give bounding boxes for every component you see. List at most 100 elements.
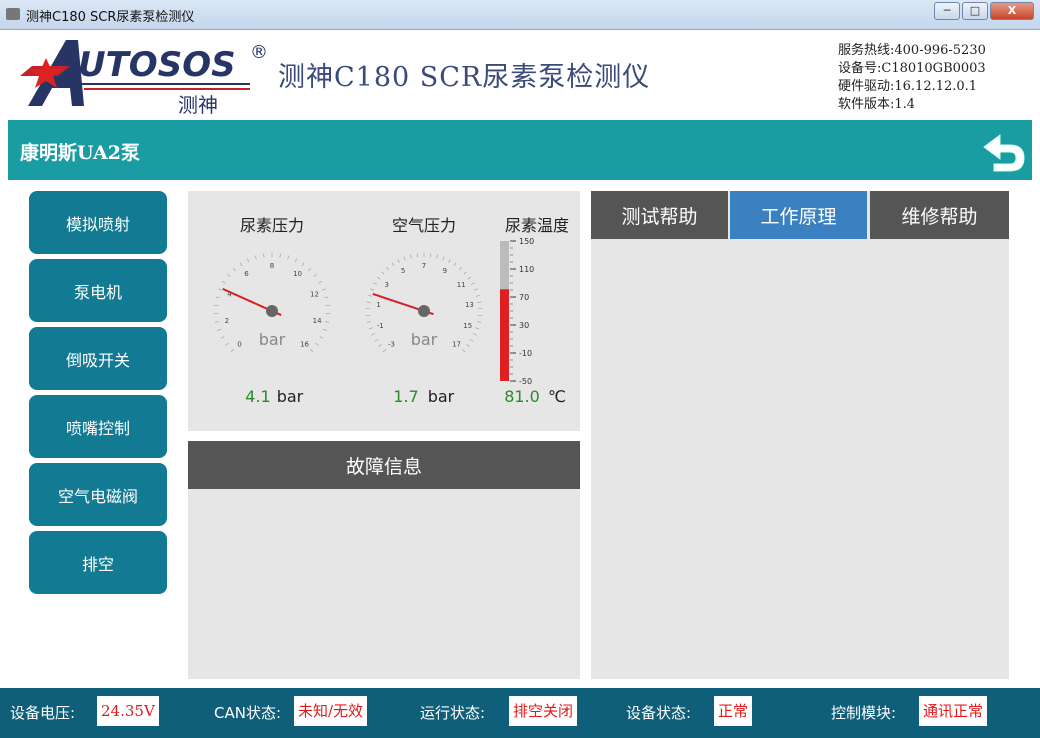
gauge-tick-label: 6 [244, 270, 249, 278]
main-area: 模拟喷射 泵电机 倒吸开关 喷嘴控制 空气电磁阀 排空 尿素压力 空气压力 尿素… [8, 180, 1032, 688]
gauge-tick-mark [386, 266, 390, 271]
gauge-tick-label: 10 [293, 270, 302, 278]
gauge-tick-mark [477, 301, 482, 303]
pump-title-bar: 康明斯UA2泵 [8, 120, 1032, 180]
gauge-tick-mark [473, 288, 478, 291]
gauge-tick-mark [469, 338, 474, 342]
urea-temp-title: 尿素温度 [505, 216, 569, 235]
device-id-text: 设备号:C18010GB0003 [838, 61, 986, 76]
thermometer-fill [500, 289, 509, 381]
gauge-tick-mark [376, 276, 381, 280]
gauge-tick-mark [368, 294, 373, 297]
close-button[interactable]: X [990, 2, 1034, 20]
window-title: 测神C180 SCR尿素泵检测仪 [26, 10, 195, 25]
gauge-tick-mark [378, 344, 382, 348]
air-pressure-title: 空气压力 [392, 216, 456, 235]
gauge-hub [266, 305, 278, 317]
urea-pressure-title: 尿素压力 [240, 216, 304, 235]
gauge-tick-mark [322, 328, 327, 331]
voltage-label: 设备电压: [10, 704, 76, 722]
gauge-hub [418, 305, 430, 317]
gauge-tick-label: 0 [237, 341, 241, 349]
voltage-value: 24.35V [97, 696, 159, 726]
urea-pressure-value-unit: bar [277, 387, 304, 406]
gauge-tick-label: 11 [457, 281, 466, 289]
drain-button[interactable]: 排空 [29, 531, 167, 594]
gauge-tick-mark [381, 271, 385, 275]
thermometer-tick-label: -50 [519, 377, 532, 386]
nozzle-control-button[interactable]: 喷嘴控制 [29, 395, 167, 458]
gauge-tick-mark [367, 321, 372, 323]
hotline-text: 服务热线:400-996-5230 [838, 43, 986, 58]
gauge-tick-mark [382, 348, 387, 353]
gauge-tick-mark [461, 348, 466, 353]
gauge-tick-label: 8 [270, 262, 274, 270]
device-status-label: 设备状态: [626, 704, 692, 722]
gauge-tick-mark [370, 288, 375, 291]
tab-test-help[interactable]: 测试帮助 [591, 191, 728, 239]
fault-info-panel: 故障信息 [188, 441, 580, 679]
gauge-tick-mark [321, 288, 326, 291]
gauge-tick-mark [475, 294, 480, 297]
gauge-tick-mark [215, 296, 220, 299]
gauge-tick-mark [218, 288, 223, 291]
app-header: UTOSOS ® 测神 测神C180 SCR尿素泵检测仪 服务热线:400-99… [8, 30, 1032, 120]
gauge-tick-label: 5 [401, 267, 405, 275]
can-status-value: 未知/无效 [294, 696, 368, 726]
gauge-tick-mark [475, 327, 480, 330]
window-titlebar: 测神C180 SCR尿素泵检测仪 ─ □ X [0, 0, 1040, 30]
air-solenoid-valve-button[interactable]: 空气电磁阀 [29, 463, 167, 526]
thermometer-tick-label: 30 [519, 321, 529, 330]
autosos-logo: UTOSOS ® 测神 [20, 40, 268, 117]
gauge-tick-mark [476, 321, 481, 323]
gauge-tick-label: 17 [452, 341, 461, 349]
reverse-suction-switch-button[interactable]: 倒吸开关 [29, 327, 167, 390]
gauge-tick-mark [324, 321, 329, 323]
gauge-tick-mark [309, 348, 314, 353]
gauge-tick-mark [222, 280, 226, 284]
gauge-tick-mark [391, 262, 395, 267]
air-pressure-value: 1.7 [393, 387, 418, 406]
maximize-button[interactable]: □ [962, 2, 988, 20]
control-module-value: 通讯正常 [919, 696, 988, 726]
gauge-tick-mark [442, 256, 445, 261]
gauge-tick-mark [366, 301, 371, 303]
control-module-label: 控制模块: [831, 704, 897, 722]
gauge-tick-label: 3 [385, 281, 389, 289]
gauge-tick-label: 14 [313, 317, 322, 325]
help-panel: 测试帮助 工作原理 维修帮助 [591, 191, 1009, 679]
minimize-button[interactable]: ─ [934, 2, 960, 20]
fault-info-header: 故障信息 [188, 441, 580, 489]
gauge-tick-mark [232, 267, 236, 272]
gauge-tick-mark [466, 344, 470, 348]
gauge-tick-mark [410, 254, 412, 259]
air-pressure-unit: bar [411, 330, 438, 349]
gauge-tick-mark [374, 338, 379, 342]
gauge-tick-mark [308, 267, 312, 272]
tab-repair-help[interactable]: 维修帮助 [870, 191, 1009, 239]
gauge-tick-mark [301, 262, 305, 267]
tab-working-principle[interactable]: 工作原理 [730, 191, 867, 239]
pump-name: 康明斯UA2泵 [20, 142, 140, 164]
gauge-tick-mark [263, 253, 265, 258]
urea-temp-thermometer: 150 110 70 30 -10 -50 [500, 237, 534, 386]
urea-pressure-value: 4.1 [245, 387, 270, 406]
gauge-tick-mark [467, 276, 472, 280]
pump-motor-button[interactable]: 泵电机 [29, 259, 167, 322]
gauge-tick-mark [220, 336, 225, 339]
thermometer-tick-label: 70 [519, 293, 529, 302]
back-arrow-icon[interactable] [978, 125, 1028, 175]
gauge-tick-mark [318, 280, 322, 284]
gauge-tick-label: -1 [377, 322, 384, 330]
gauge-tick-mark [217, 328, 222, 331]
thermometer-tick-label: -10 [519, 349, 532, 358]
gauge-tick-mark [319, 336, 324, 339]
gauge-tick-label: 7 [422, 262, 426, 270]
gauges-graphic: 尿素压力 空气压力 尿素温度 0246810121416 -3-11357911… [214, 216, 569, 406]
simulate-injection-button[interactable]: 模拟喷射 [29, 191, 167, 254]
gauge-tick-label: 1 [376, 301, 380, 309]
gauge-tick-mark [463, 271, 467, 275]
device-status-value: 正常 [714, 696, 753, 726]
gauge-tick-mark [373, 282, 378, 285]
thermometer-tick-label: 110 [519, 265, 534, 274]
